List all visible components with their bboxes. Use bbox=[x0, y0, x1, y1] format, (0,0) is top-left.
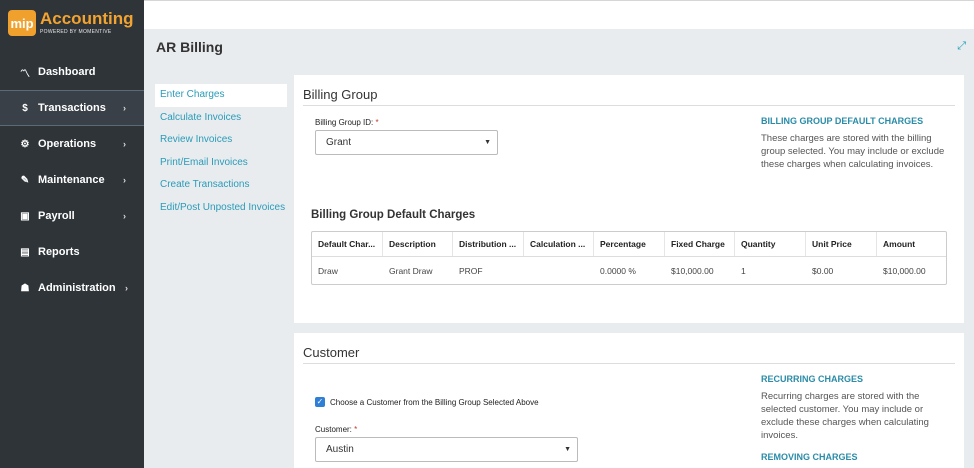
column-header[interactable]: Calculation ... bbox=[524, 232, 594, 256]
page-title: AR Billing bbox=[156, 39, 223, 55]
required-mark: * bbox=[375, 118, 379, 127]
column-header[interactable]: Percentage bbox=[594, 232, 665, 256]
sidebar-item-administration[interactable]: ☗ Administration › bbox=[0, 270, 144, 306]
sidebar-item-label: Maintenance bbox=[38, 174, 105, 186]
brand-title: Accounting bbox=[40, 9, 134, 28]
subnav-edit-post-unposted-invoices[interactable]: Edit/Post Unposted Invoices bbox=[155, 197, 287, 220]
sidebar-item-payroll[interactable]: ▣ Payroll › bbox=[0, 198, 144, 234]
column-header[interactable]: Description bbox=[383, 232, 453, 256]
recurring-charges-text: Recurring charges are stored with the se… bbox=[761, 391, 929, 441]
default-charges-title: Billing Group Default Charges bbox=[311, 209, 476, 221]
chart-line-icon: 〽 bbox=[20, 68, 30, 80]
sidebar-item-label: Dashboard bbox=[38, 66, 96, 78]
customer-title: Customer bbox=[303, 345, 360, 360]
sidebar-item-operations[interactable]: ⚙ Operations › bbox=[0, 126, 144, 162]
customer-label: Customer: * bbox=[315, 425, 357, 434]
table-cell: Draw bbox=[318, 266, 338, 276]
column-header[interactable]: Fixed Charge bbox=[665, 232, 735, 256]
sub-navigation: Enter Charges Calculate Invoices Review … bbox=[155, 84, 287, 219]
users-icon: ☗ bbox=[20, 282, 30, 294]
recurring-charges-heading: RECURRING CHARGES bbox=[761, 374, 864, 384]
sidebar-item-label: Operations bbox=[38, 138, 97, 150]
selected-value: Austin bbox=[326, 444, 354, 455]
column-header[interactable]: Quantity bbox=[735, 232, 806, 256]
brand-logo[interactable]: mip Accounting POWERED BY MOMENTIVE bbox=[0, 0, 144, 46]
document-icon: ▤ bbox=[20, 246, 30, 258]
caret-down-icon: ▼ bbox=[484, 139, 491, 146]
billing-group-card: Billing Group Billing Group ID: * Grant … bbox=[294, 75, 964, 323]
removing-charges-heading: REMOVING CHARGES bbox=[761, 452, 858, 462]
table-header: Default Char... Description Distribution… bbox=[312, 232, 946, 257]
customer-select[interactable]: Austin ▼ bbox=[315, 437, 578, 462]
choose-customer-label: Choose a Customer from the Billing Group… bbox=[330, 398, 539, 407]
dollar-icon: $ bbox=[22, 102, 28, 114]
billing-group-info-text: These charges are stored with the billin… bbox=[761, 133, 945, 170]
divider bbox=[303, 105, 955, 106]
subnav-create-transactions[interactable]: Create Transactions bbox=[155, 174, 287, 197]
chevron-right-icon: › bbox=[123, 175, 126, 185]
selected-value: Grant bbox=[326, 137, 352, 148]
customer-card: Customer ✓ Choose a Customer from the Bi… bbox=[294, 333, 964, 468]
subnav-enter-charges[interactable]: Enter Charges bbox=[155, 84, 287, 107]
mip-logo-badge: mip bbox=[8, 10, 36, 36]
billing-group-id-select[interactable]: Grant ▼ bbox=[315, 130, 498, 155]
sidebar: mip Accounting POWERED BY MOMENTIVE 〽 Da… bbox=[0, 0, 144, 468]
table-cell: PROF bbox=[459, 266, 483, 276]
table-cell: $10,000.00 bbox=[883, 266, 926, 276]
table-cell bbox=[524, 257, 594, 285]
chevron-right-icon: › bbox=[123, 103, 126, 113]
choose-customer-checkbox[interactable]: ✓ bbox=[315, 397, 325, 407]
label-text: Customer: bbox=[315, 425, 352, 434]
column-header[interactable]: Unit Price bbox=[806, 232, 877, 256]
money-icon: ▣ bbox=[20, 210, 30, 222]
chevron-right-icon: › bbox=[123, 139, 126, 149]
brand-subtitle: POWERED BY MOMENTIVE bbox=[40, 29, 112, 35]
billing-group-id-label: Billing Group ID: * bbox=[315, 118, 379, 127]
subnav-review-invoices[interactable]: Review Invoices bbox=[155, 129, 287, 152]
subnav-calculate-invoices[interactable]: Calculate Invoices bbox=[155, 107, 287, 130]
chevron-right-icon: › bbox=[123, 211, 126, 221]
gears-icon: ⚙ bbox=[20, 138, 30, 150]
required-mark: * bbox=[354, 425, 358, 434]
divider bbox=[303, 363, 955, 364]
sidebar-item-label: Administration bbox=[38, 282, 116, 294]
table-cell: Grant Draw bbox=[389, 266, 433, 276]
billing-group-info-heading: BILLING GROUP DEFAULT CHARGES bbox=[761, 116, 924, 126]
chevron-right-icon: › bbox=[125, 283, 128, 293]
table-cell: 0.0000 % bbox=[600, 266, 636, 276]
sidebar-item-reports[interactable]: ▤ Reports bbox=[0, 234, 144, 270]
table-cell: 1 bbox=[741, 266, 746, 276]
expand-icon[interactable]: ⤢ bbox=[957, 40, 966, 53]
sidebar-item-transactions[interactable]: $ Transactions › bbox=[0, 90, 144, 126]
column-header[interactable]: Default Char... bbox=[312, 232, 383, 256]
table-cell: $0.00 bbox=[812, 266, 834, 276]
column-header[interactable]: Distribution ... bbox=[453, 232, 524, 256]
sidebar-item-label: Payroll bbox=[38, 210, 75, 222]
page-header: AR Billing ⤢ bbox=[144, 29, 974, 65]
table-cell: $10,000.00 bbox=[671, 266, 714, 276]
top-bar bbox=[144, 0, 974, 29]
default-charges-table: Default Char... Description Distribution… bbox=[311, 231, 947, 285]
subnav-print-email-invoices[interactable]: Print/Email Invoices bbox=[155, 152, 287, 175]
sidebar-item-label: Transactions bbox=[38, 102, 106, 114]
sidebar-item-maintenance[interactable]: ✎ Maintenance › bbox=[0, 162, 144, 198]
sidebar-item-dashboard[interactable]: 〽 Dashboard bbox=[0, 54, 144, 90]
label-text: Billing Group ID: bbox=[315, 118, 374, 127]
table-row[interactable]: Draw Grant Draw PROF 0.0000 % $10,000.00… bbox=[312, 257, 946, 285]
caret-down-icon: ▼ bbox=[564, 446, 571, 453]
wrench-icon: ✎ bbox=[20, 174, 30, 186]
sidebar-item-label: Reports bbox=[38, 246, 80, 258]
column-header[interactable]: Amount bbox=[877, 232, 947, 256]
billing-group-title: Billing Group bbox=[303, 87, 378, 102]
